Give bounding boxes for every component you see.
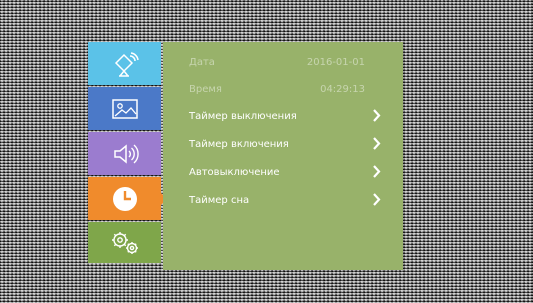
speaker-icon [110, 142, 140, 166]
sidebar-item-system[interactable] [88, 222, 161, 263]
sidebar-item-time[interactable] [88, 177, 167, 220]
tv-screen: Дата 2016-01-01 Время 04:29:13 Таймер вы… [0, 0, 533, 303]
menu-item-label: Таймер выключения [189, 110, 297, 122]
menu-item-power-on-timer[interactable]: Таймер включения [189, 133, 381, 155]
menu-item-sleep-timer[interactable]: Таймер сна [189, 189, 381, 211]
chevron-right-icon [372, 137, 381, 153]
time-settings-panel: Дата 2016-01-01 Время 04:29:13 Таймер вы… [163, 42, 403, 270]
time-value: 04:29:13 [320, 83, 365, 95]
sidebar-item-sound[interactable] [88, 132, 161, 175]
settings-sidebar [88, 42, 167, 265]
sidebar-item-network[interactable] [88, 42, 161, 85]
menu-item-label: Таймер включения [189, 138, 289, 150]
date-label: Дата [189, 56, 215, 68]
clock-icon [110, 184, 140, 214]
menu-item-auto-power-off[interactable]: Автовыключение [189, 161, 381, 183]
menu-item-label: Автовыключение [189, 166, 280, 178]
picture-icon [110, 97, 140, 121]
chevron-right-icon [372, 193, 381, 209]
sidebar-item-display[interactable] [88, 87, 161, 130]
menu-item-shutdown-timer[interactable]: Таймер выключения [189, 105, 381, 127]
time-row: Время 04:29:13 [189, 78, 365, 100]
gears-icon [108, 229, 142, 257]
time-label: Время [189, 83, 222, 95]
satellite-icon [110, 51, 140, 77]
menu-item-label: Таймер сна [189, 194, 250, 206]
chevron-right-icon [372, 165, 381, 181]
date-row: Дата 2016-01-01 [189, 51, 365, 73]
chevron-right-icon [372, 109, 381, 125]
date-value: 2016-01-01 [306, 56, 365, 68]
